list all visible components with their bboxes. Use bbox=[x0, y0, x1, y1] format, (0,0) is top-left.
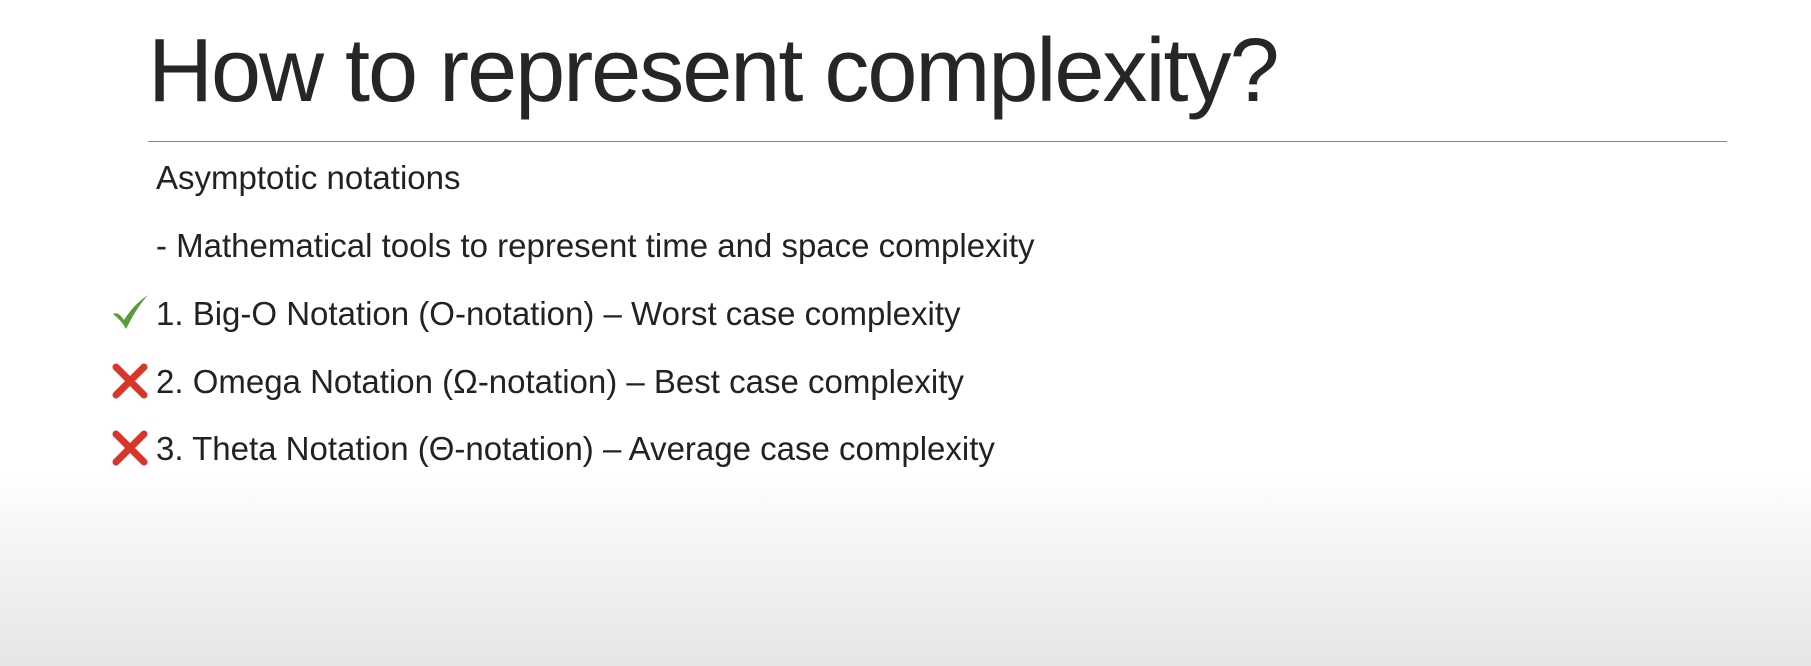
list-item-omega: 2. Omega Notation (Ω-notation) – Best ca… bbox=[156, 363, 964, 400]
slide: How to represent complexity? Asymptotic … bbox=[0, 0, 1811, 666]
cross-icon bbox=[112, 430, 148, 466]
subtitle: Asymptotic notations bbox=[156, 159, 461, 196]
cross-icon bbox=[112, 363, 148, 399]
list-item-big-o: 1. Big-O Notation (O-notation) – Worst c… bbox=[156, 295, 961, 332]
title-divider bbox=[148, 141, 1727, 142]
slide-title: How to represent complexity? bbox=[148, 21, 1280, 121]
checkmark-icon bbox=[113, 295, 148, 329]
list-item-theta: 3. Theta Notation (Θ-notation) – Average… bbox=[156, 430, 995, 467]
description-line: - Mathematical tools to represent time a… bbox=[156, 227, 1035, 264]
